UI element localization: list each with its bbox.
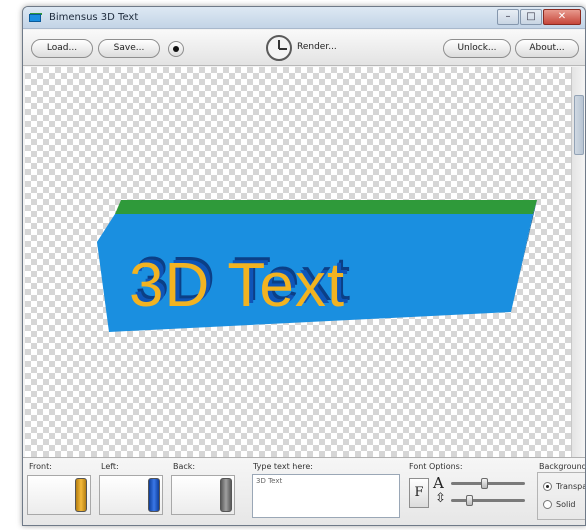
toolbar: Load... Save... Render... Unlock... Abou… bbox=[23, 30, 585, 66]
radio-transparent-label: Transparent bbox=[556, 482, 585, 491]
back-color-label: Back: bbox=[173, 462, 196, 471]
window-controls: – □ ✕ bbox=[496, 9, 581, 25]
radio-solid-label: Solid bbox=[556, 500, 576, 509]
clock-icon[interactable] bbox=[266, 35, 292, 61]
banner-top-face bbox=[115, 200, 537, 214]
render-text-front: 3D Text bbox=[129, 251, 345, 320]
app-window: Bimensus 3D Text – □ ✕ Load... Save... R… bbox=[22, 6, 586, 526]
front-color-label: Front: bbox=[29, 462, 52, 471]
radio-transparent[interactable] bbox=[543, 482, 552, 491]
font-options-label: Font Options: bbox=[409, 462, 463, 471]
3d-text-render: 3D Text 3D Text 3D Text bbox=[97, 200, 537, 332]
font-button[interactable]: F bbox=[409, 478, 429, 508]
app-icon bbox=[29, 12, 43, 23]
title-bar: Bimensus 3D Text – □ ✕ bbox=[23, 7, 585, 29]
font-size-slider[interactable] bbox=[451, 478, 525, 489]
maximize-button[interactable]: □ bbox=[520, 9, 542, 25]
scrollbar-thumb[interactable] bbox=[574, 95, 584, 155]
bg-option-solid[interactable]: Solid bbox=[543, 500, 576, 509]
settings-panel: Front: Left: Back: Type text here: Font … bbox=[23, 457, 586, 525]
render-button[interactable]: Render... bbox=[297, 42, 337, 52]
font-size-icon: A bbox=[433, 474, 444, 492]
background-label: Background: bbox=[539, 462, 586, 471]
text-input-label: Type text here: bbox=[253, 462, 313, 471]
save-button[interactable]: Save... bbox=[98, 39, 160, 58]
unlock-button[interactable]: Unlock... bbox=[443, 39, 511, 58]
extrude-depth-slider[interactable] bbox=[451, 495, 525, 506]
minimize-button[interactable]: – bbox=[497, 9, 519, 25]
background-options-box bbox=[537, 472, 585, 520]
radio-solid[interactable] bbox=[543, 500, 552, 509]
left-color-swatch[interactable] bbox=[148, 478, 160, 512]
dot-icon[interactable] bbox=[168, 41, 184, 57]
extrude-height-icon: ⇳ bbox=[435, 491, 446, 506]
left-color-label: Left: bbox=[101, 462, 119, 471]
font-size-slider-knob[interactable] bbox=[481, 478, 488, 489]
text-input[interactable] bbox=[252, 474, 400, 518]
back-color-swatch[interactable] bbox=[220, 478, 232, 512]
front-color-swatch[interactable] bbox=[75, 478, 87, 512]
extrude-depth-slider-knob[interactable] bbox=[466, 495, 473, 506]
preview-canvas: 3D Text 3D Text 3D Text bbox=[25, 67, 571, 457]
about-button[interactable]: About... bbox=[515, 39, 579, 58]
window-title: Bimensus 3D Text bbox=[49, 12, 139, 23]
close-button[interactable]: ✕ bbox=[543, 9, 581, 25]
load-button[interactable]: Load... bbox=[31, 39, 93, 58]
vertical-scrollbar[interactable] bbox=[571, 67, 585, 457]
bg-option-transparent[interactable]: Transparent bbox=[543, 482, 585, 491]
